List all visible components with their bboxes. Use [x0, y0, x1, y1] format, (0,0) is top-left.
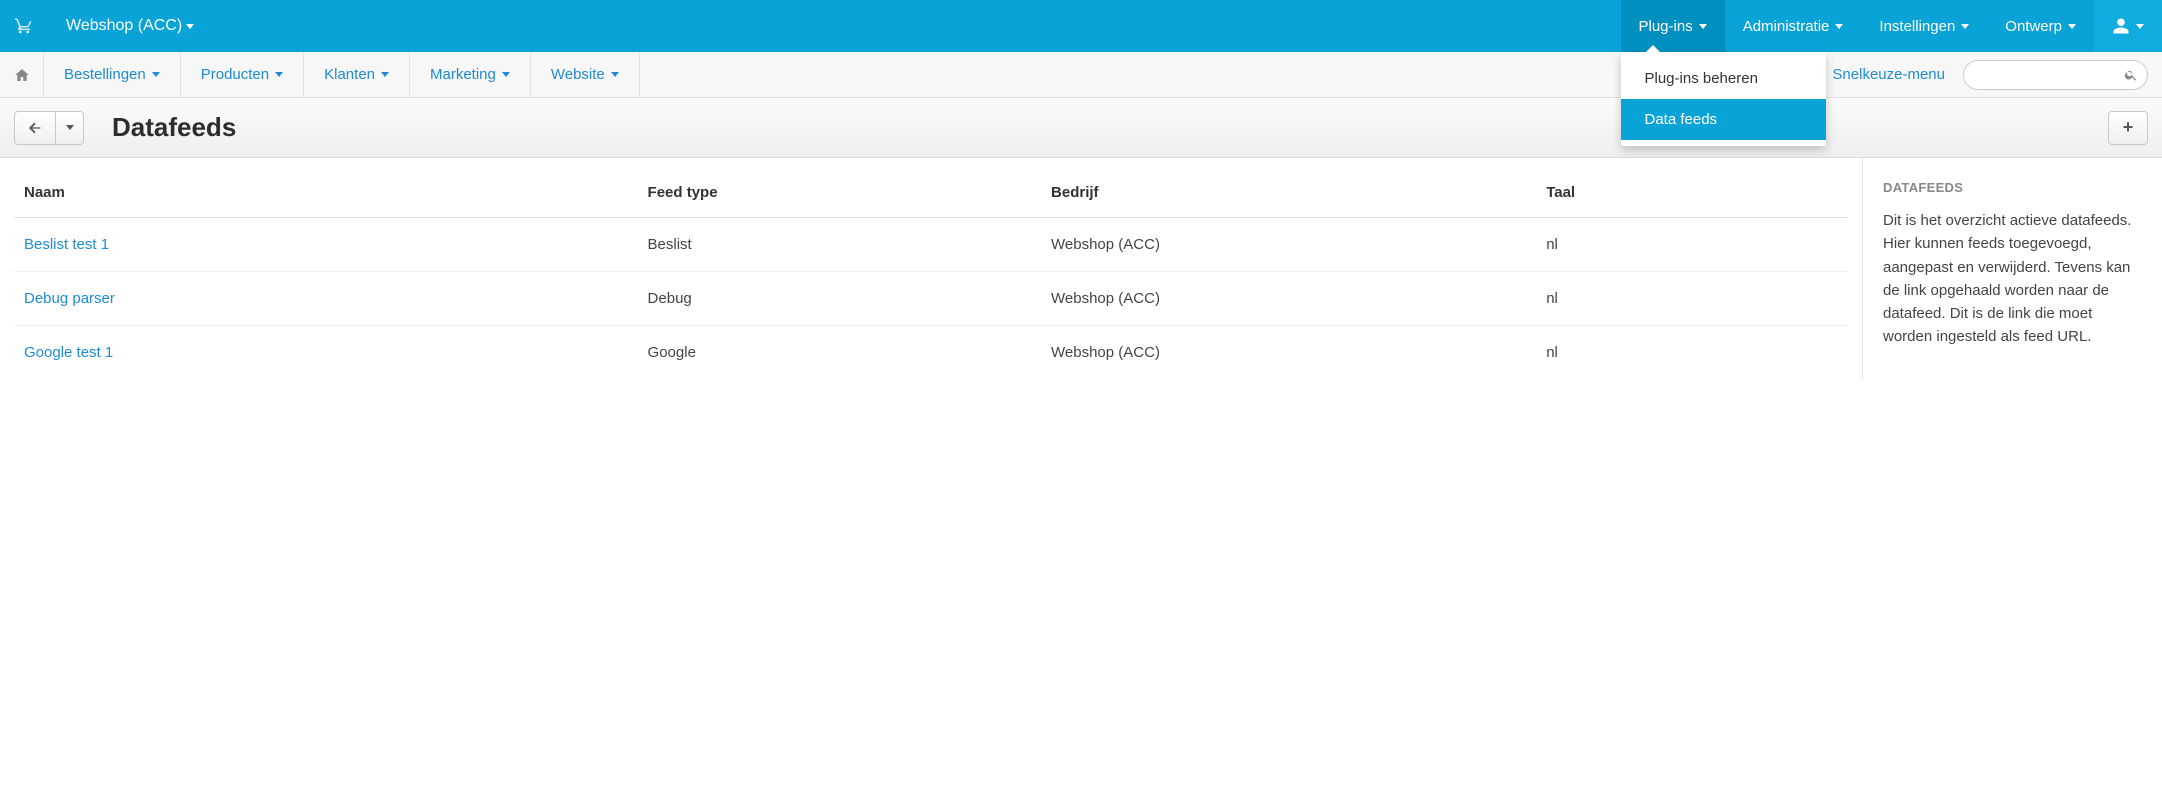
cell-company: Webshop (ACC) — [1041, 326, 1536, 380]
caret-down-icon — [2068, 24, 2076, 29]
cell-type: Debug — [638, 272, 1041, 326]
quick-menu-label: Snelkeuze-menu — [1832, 66, 1945, 83]
cell-type: Beslist — [638, 218, 1041, 272]
shop-switcher[interactable]: Webshop (ACC) — [48, 17, 212, 35]
page-header: Datafeeds + — [0, 98, 2162, 158]
home-button[interactable] — [0, 52, 44, 97]
back-dropdown[interactable] — [56, 111, 84, 145]
th-type[interactable]: Feed type — [638, 168, 1041, 218]
secnav-producten[interactable]: Producten — [181, 52, 304, 97]
topnav-administratie[interactable]: Administratie — [1725, 0, 1862, 52]
dropdown-arrow-icon — [1645, 45, 1661, 53]
caret-down-icon — [381, 72, 389, 77]
secondary-nav: Bestellingen Producten Klanten Marketing… — [0, 52, 2162, 98]
dropdown-item-label: Data feeds — [1645, 111, 1718, 128]
cell-lang: nl — [1536, 326, 1848, 380]
content: Naam Feed type Bedrijf Taal Beslist test… — [0, 158, 1862, 379]
table-row: Beslist test 1 Beslist Webshop (ACC) nl — [14, 218, 1848, 272]
secnav-marketing[interactable]: Marketing — [410, 52, 531, 97]
caret-down-icon — [186, 24, 194, 29]
topbar-left: Webshop (ACC) — [0, 0, 212, 52]
table-row: Google test 1 Google Webshop (ACC) nl — [14, 326, 1848, 380]
secnav-website[interactable]: Website — [531, 52, 640, 97]
topbar: Webshop (ACC) Plug-ins Plug-ins beheren … — [0, 0, 2162, 52]
cell-type: Google — [638, 326, 1041, 380]
shop-name: Webshop (ACC) — [66, 17, 182, 35]
feed-link[interactable]: Google test 1 — [24, 344, 113, 361]
secnav-label: Klanten — [324, 66, 375, 83]
home-icon — [14, 67, 30, 83]
arrow-left-icon — [27, 120, 43, 136]
caret-down-icon — [1699, 24, 1707, 29]
topnav-plugins[interactable]: Plug-ins Plug-ins beheren Data feeds — [1621, 0, 1725, 52]
secnav-klanten[interactable]: Klanten — [304, 52, 410, 97]
th-company[interactable]: Bedrijf — [1041, 168, 1536, 218]
caret-down-icon — [275, 72, 283, 77]
caret-down-icon — [1961, 24, 1969, 29]
cell-lang: nl — [1536, 272, 1848, 326]
feed-link[interactable]: Debug parser — [24, 290, 115, 307]
secnav-label: Marketing — [430, 66, 496, 83]
search-input[interactable] — [1963, 60, 2148, 90]
secnav-label: Website — [551, 66, 605, 83]
caret-down-icon — [611, 72, 619, 77]
user-menu[interactable] — [2094, 0, 2162, 52]
secnav-label: Bestellingen — [64, 66, 146, 83]
plus-icon: + — [2123, 117, 2134, 138]
datafeeds-table: Naam Feed type Bedrijf Taal Beslist test… — [14, 168, 1848, 379]
caret-down-icon — [502, 72, 510, 77]
th-name[interactable]: Naam — [14, 168, 638, 218]
add-button[interactable]: + — [2108, 111, 2148, 145]
topnav-label: Administratie — [1743, 18, 1830, 35]
th-lang[interactable]: Taal — [1536, 168, 1848, 218]
caret-down-icon — [152, 72, 160, 77]
back-button-group — [14, 111, 84, 145]
topnav-instellingen[interactable]: Instellingen — [1861, 0, 1987, 52]
page-title: Datafeeds — [112, 112, 236, 143]
dropdown-item-datafeeds[interactable]: Data feeds — [1621, 99, 1826, 140]
topnav-ontwerp[interactable]: Ontwerp — [1987, 0, 2094, 52]
table-header-row: Naam Feed type Bedrijf Taal — [14, 168, 1848, 218]
caret-down-icon — [66, 125, 74, 130]
caret-down-icon — [2136, 24, 2144, 29]
sidebar-heading: DATAFEEDS — [1883, 180, 2142, 195]
back-button[interactable] — [14, 111, 56, 145]
main: Naam Feed type Bedrijf Taal Beslist test… — [0, 158, 2162, 379]
sidebar-text: Dit is het overzicht actieve datafeeds. … — [1883, 209, 2142, 349]
cell-company: Webshop (ACC) — [1041, 218, 1536, 272]
feed-link[interactable]: Beslist test 1 — [24, 236, 109, 253]
cell-lang: nl — [1536, 218, 1848, 272]
dropdown-item-manage[interactable]: Plug-ins beheren — [1621, 58, 1826, 99]
topnav-label: Plug-ins — [1639, 18, 1693, 35]
user-icon — [2112, 17, 2130, 35]
caret-down-icon — [1835, 24, 1843, 29]
quick-menu[interactable]: Snelkeuze-menu — [1814, 52, 1963, 97]
topbar-right: Plug-ins Plug-ins beheren Data feeds Adm… — [1621, 0, 2162, 52]
topnav-label: Ontwerp — [2005, 18, 2062, 35]
secnav-label: Producten — [201, 66, 269, 83]
plugins-dropdown: Plug-ins beheren Data feeds — [1621, 52, 1826, 146]
search-icon[interactable] — [2124, 68, 2138, 82]
cart-icon[interactable] — [0, 17, 48, 35]
table-row: Debug parser Debug Webshop (ACC) nl — [14, 272, 1848, 326]
cell-company: Webshop (ACC) — [1041, 272, 1536, 326]
secnav-bestellingen[interactable]: Bestellingen — [44, 52, 181, 97]
dropdown-item-label: Plug-ins beheren — [1645, 70, 1758, 87]
search-wrap — [1963, 52, 2162, 97]
topnav-label: Instellingen — [1879, 18, 1955, 35]
sidebar: DATAFEEDS Dit is het overzicht actieve d… — [1862, 158, 2162, 379]
